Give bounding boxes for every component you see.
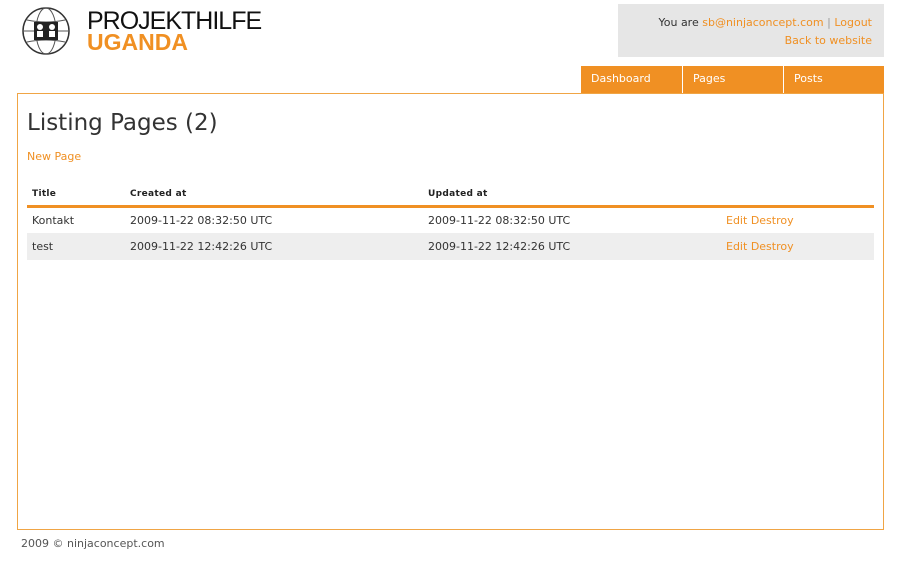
column-header-created: Created at	[130, 184, 428, 208]
table-header-row: Title Created at Updated at	[27, 184, 874, 208]
user-separator: |	[827, 16, 831, 29]
user-email-link[interactable]: sb@ninjaconcept.com	[702, 16, 823, 29]
tab-pages[interactable]: Pages	[682, 66, 783, 93]
pages-table: Title Created at Updated at Kontakt 2009…	[27, 184, 874, 260]
cell-title: Kontakt	[32, 213, 75, 227]
cell-actions: Edit Destroy	[726, 233, 874, 260]
main-content: Listing Pages (2) New Page Title Created…	[17, 93, 884, 530]
user-prefix: You are	[658, 16, 699, 29]
user-info-box: You are sb@ninjaconcept.com | Logout Bac…	[618, 4, 884, 57]
back-to-website-link[interactable]: Back to website	[785, 34, 872, 47]
column-header-updated: Updated at	[428, 184, 726, 208]
destroy-link[interactable]: Destroy	[751, 214, 794, 227]
globe-logo-icon	[22, 7, 70, 55]
logo-text-line2: UGANDA	[87, 29, 188, 55]
table-row: test 2009-11-22 12:42:26 UTC 2009-11-22 …	[27, 233, 874, 260]
column-header-actions	[726, 184, 874, 208]
new-page-link[interactable]: New Page	[27, 150, 81, 163]
tab-posts[interactable]: Posts	[783, 66, 884, 93]
cell-updated: 2009-11-22 12:42:26 UTC	[428, 233, 726, 260]
cell-title: test	[27, 233, 130, 260]
edit-link[interactable]: Edit	[726, 214, 747, 227]
logout-link[interactable]: Logout	[834, 16, 872, 29]
footer: 2009 © ninjaconcept.com	[21, 537, 165, 550]
cell-updated: 2009-11-22 08:32:50 UTC	[428, 213, 571, 227]
cell-actions: Edit Destroy	[726, 206, 874, 233]
table-row: Kontakt 2009-11-22 08:32:50 UTC 2009-11-…	[27, 206, 874, 233]
main-nav: Dashboard Pages Posts	[581, 66, 884, 93]
destroy-link[interactable]: Destroy	[751, 240, 794, 253]
column-header-title: Title	[27, 184, 130, 208]
user-line: You are sb@ninjaconcept.com | Logout	[618, 14, 872, 32]
edit-link[interactable]: Edit	[726, 240, 747, 253]
cell-created: 2009-11-22 08:32:50 UTC	[130, 213, 273, 227]
page-title: Listing Pages (2)	[27, 110, 218, 136]
cell-created: 2009-11-22 12:42:26 UTC	[130, 233, 428, 260]
tab-dashboard[interactable]: Dashboard	[581, 66, 682, 93]
site-logo[interactable]: PROJEKTHILFE UGANDA	[21, 6, 262, 56]
